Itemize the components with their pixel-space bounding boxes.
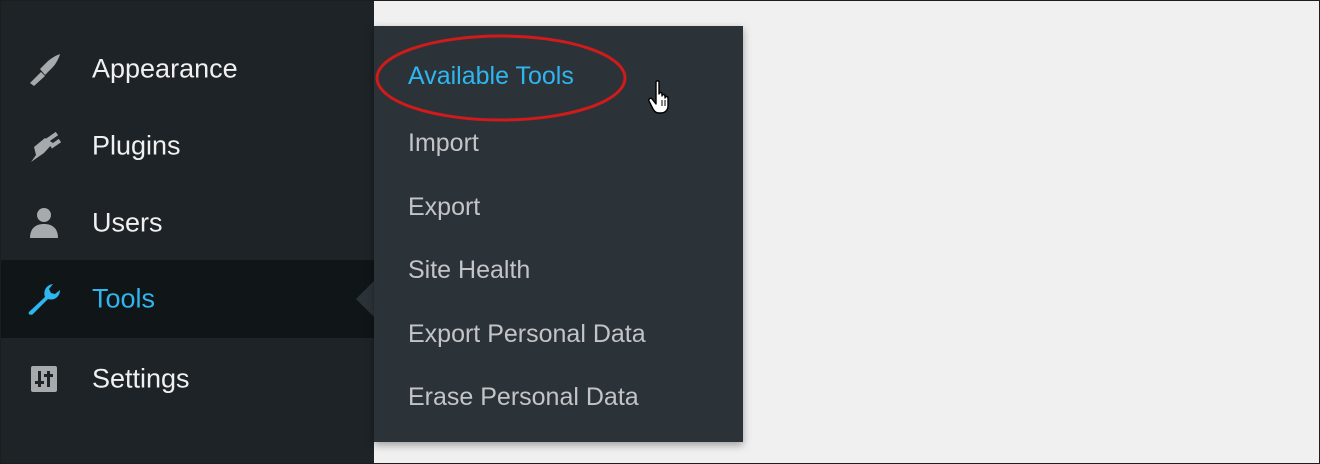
submenu-item-export[interactable]: Export	[408, 193, 480, 222]
plug-icon	[31, 131, 61, 162]
sidebar-item-settings[interactable]: Settings	[1, 340, 374, 418]
tools-submenu: Available Tools Import Export Site Healt…	[374, 26, 743, 442]
submenu-item-export-personal-data[interactable]: Export Personal Data	[408, 320, 646, 349]
user-icon	[30, 208, 58, 238]
sliders-icon	[31, 366, 57, 392]
sidebar-item-plugins[interactable]: Plugins	[1, 107, 374, 185]
submenu-item-site-health[interactable]: Site Health	[408, 256, 530, 285]
admin-sidebar: Appearance Plugins Users Tools Settings	[1, 1, 374, 463]
submenu-item-erase-personal-data[interactable]: Erase Personal Data	[408, 383, 639, 412]
sidebar-item-label: Tools	[92, 283, 156, 314]
sidebar-item-tools[interactable]: Tools	[1, 260, 374, 338]
submenu-item-available-tools[interactable]: Available Tools	[408, 62, 574, 91]
active-submenu-pointer	[356, 281, 374, 317]
sidebar-item-label: Users	[92, 207, 163, 238]
sidebar-item-appearance[interactable]: Appearance	[1, 30, 374, 108]
wrench-icon	[28, 284, 60, 315]
sidebar-item-label: Appearance	[92, 53, 238, 84]
sidebar-item-label: Plugins	[92, 130, 181, 161]
hand-cursor-icon	[648, 80, 669, 114]
paintbrush-icon	[30, 54, 60, 86]
sidebar-item-label: Settings	[92, 363, 190, 394]
submenu-item-import[interactable]: Import	[408, 129, 479, 158]
sidebar-item-users[interactable]: Users	[1, 184, 374, 262]
